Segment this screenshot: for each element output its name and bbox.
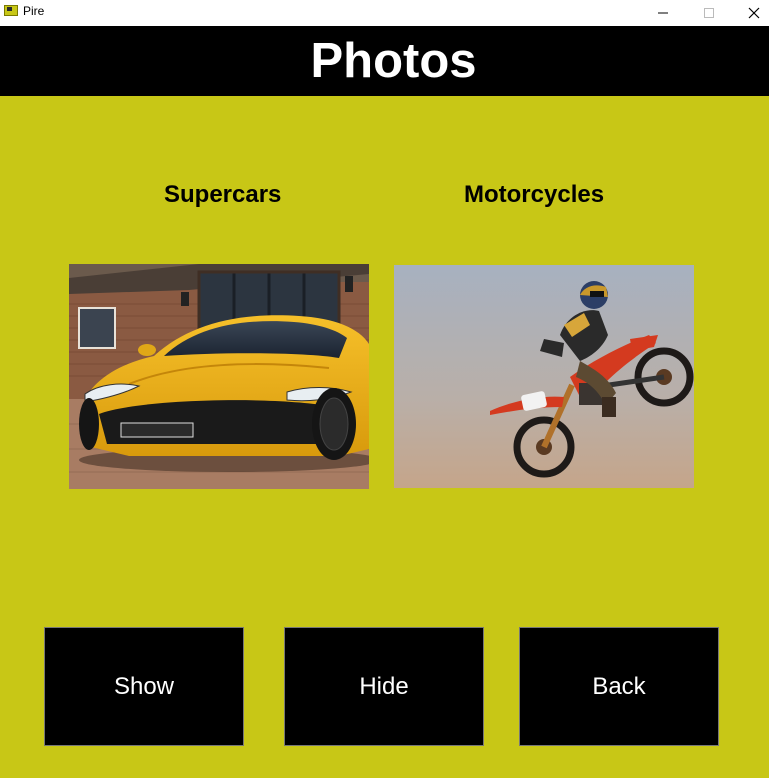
supercars-label: Supercars: [164, 181, 282, 208]
app-icon: [4, 5, 18, 16]
hide-button[interactable]: Hide: [284, 627, 484, 746]
page-header: Photos: [0, 26, 769, 96]
maximize-button[interactable]: [686, 0, 732, 26]
minimize-button[interactable]: [640, 0, 686, 26]
window-titlebar: Pire: [0, 0, 769, 26]
window-title: Pire: [23, 4, 45, 18]
page-title: Photos: [310, 34, 477, 88]
maximize-icon: [704, 8, 714, 18]
back-button[interactable]: Back: [519, 627, 719, 746]
close-icon: [748, 7, 760, 19]
show-button[interactable]: Show: [44, 627, 244, 746]
motorcycles-label: Motorcycles: [464, 181, 605, 208]
motorcycle-photo: [394, 265, 694, 488]
supercar-photo: [69, 264, 369, 489]
close-button[interactable]: [731, 0, 769, 26]
minimize-icon: [658, 12, 668, 14]
